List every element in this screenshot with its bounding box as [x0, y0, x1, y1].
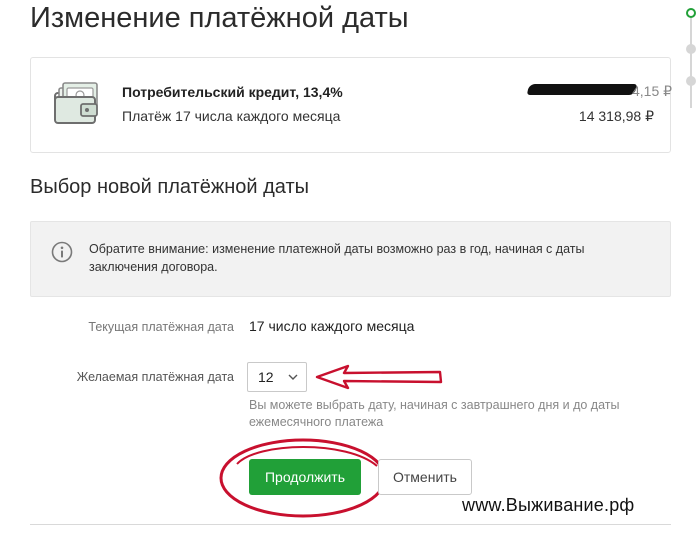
divider	[30, 524, 671, 525]
desired-date-hint: Вы можете выбрать дату, начиная с завтра…	[249, 398, 620, 429]
section-title: Выбор новой платёжной даты	[30, 176, 310, 198]
desired-date-label: Желаемая платёжная дата	[76, 370, 234, 384]
stepper-step	[686, 76, 696, 86]
watermark: www.Выживание.рф	[462, 495, 635, 515]
stepper-step	[686, 44, 696, 54]
current-date-value: 17 число каждого месяца	[249, 318, 415, 334]
loan-balance-tail: 4,15 ₽	[632, 83, 673, 99]
current-date-label: Текущая платёжная дата	[88, 320, 234, 334]
wallet-icon	[54, 82, 98, 124]
page-title: Изменение платёжной даты	[30, 2, 409, 34]
annotation-arrow	[315, 364, 443, 390]
notice-text: Обратите внимание: изменение платежной д…	[89, 242, 585, 274]
desired-day-select[interactable]: 12	[247, 362, 307, 392]
loan-card: Потребительский кредит, 13,4% Платёж 17 …	[30, 57, 672, 153]
loan-payment-amount: 14 318,98 ₽	[578, 108, 654, 124]
info-icon	[51, 241, 73, 263]
stepper-line	[690, 18, 692, 108]
loan-name: Потребительский кредит, 13,4%	[122, 84, 343, 100]
progress-stepper	[683, 4, 700, 114]
desired-day-value: 12	[258, 369, 274, 385]
notice-box: Обратите внимание: изменение платежной д…	[30, 221, 671, 297]
redaction-scribble	[526, 84, 638, 95]
chevron-down-icon	[288, 374, 298, 380]
stepper-step-active	[686, 8, 696, 18]
loan-balance-redacted: 4,15 ₽	[526, 82, 672, 99]
cancel-button[interactable]: Отменить	[378, 459, 472, 495]
continue-button[interactable]: Продолжить	[249, 459, 361, 495]
loan-schedule: Платёж 17 числа каждого месяца	[122, 108, 341, 124]
